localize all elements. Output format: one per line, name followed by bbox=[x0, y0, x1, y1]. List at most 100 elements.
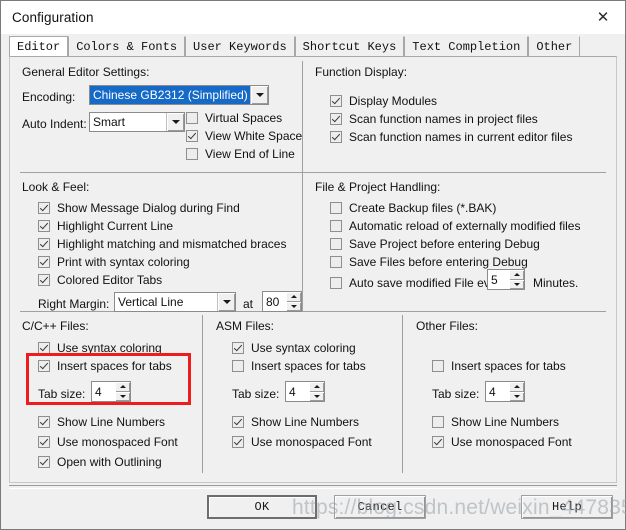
checkbox-label: Use syntax coloring bbox=[251, 341, 356, 355]
checkbox-box bbox=[232, 436, 244, 448]
checkbox-automatic-reload[interactable]: Automatic reload of externally modified … bbox=[330, 219, 580, 233]
close-button[interactable]: ✕ bbox=[581, 1, 625, 33]
spinner-buttons[interactable] bbox=[309, 382, 324, 401]
checkbox-label: Insert spaces for tabs bbox=[57, 359, 172, 373]
checkbox-save-files-before-debug[interactable]: Save Files before entering Debug bbox=[330, 255, 528, 269]
auto-indent-label: Auto Indent: bbox=[22, 117, 87, 131]
right-margin-column-spinner[interactable]: 80 bbox=[262, 291, 302, 312]
spinner-up-icon[interactable] bbox=[309, 382, 324, 392]
tab-text-completion[interactable]: Text Completion bbox=[404, 36, 529, 56]
close-icon: ✕ bbox=[596, 7, 610, 26]
checkbox-asm-use-monospaced-font[interactable]: Use monospaced Font bbox=[232, 435, 372, 449]
checkbox-view-end-of-line[interactable]: View End of Line bbox=[186, 147, 295, 161]
autosave-minutes-value: 5 bbox=[491, 272, 498, 287]
checkbox-label: Scan function names in current editor fi… bbox=[349, 130, 573, 144]
tab-label: Other bbox=[536, 40, 573, 54]
spinner-down-icon[interactable] bbox=[509, 392, 524, 402]
checkbox-box bbox=[38, 202, 50, 214]
checkbox-box bbox=[330, 202, 342, 214]
other-tab-size-label: Tab size: bbox=[432, 387, 480, 401]
spinner-buttons[interactable] bbox=[509, 382, 524, 401]
spinner-up-icon[interactable] bbox=[286, 292, 301, 302]
tab-other[interactable]: Other bbox=[528, 36, 581, 56]
spinner-buttons[interactable] bbox=[115, 382, 130, 401]
function-display-title: Function Display: bbox=[315, 65, 408, 79]
checkbox-asm-use-syntax-coloring[interactable]: Use syntax coloring bbox=[232, 341, 356, 355]
spinner-down-icon[interactable] bbox=[509, 280, 524, 290]
checkbox-label: Colored Editor Tabs bbox=[57, 273, 163, 287]
divider-files bbox=[20, 311, 606, 312]
asm-files-title: ASM Files: bbox=[216, 319, 275, 333]
spinner-down-icon[interactable] bbox=[286, 302, 301, 312]
checkbox-label: Show Line Numbers bbox=[57, 415, 166, 429]
checkbox-cpp-open-with-outlining[interactable]: Open with Outlining bbox=[38, 455, 162, 469]
right-margin-combobox[interactable]: Vertical Line bbox=[114, 292, 236, 312]
checkbox-box bbox=[186, 148, 198, 160]
checkbox-display-modules[interactable]: Display Modules bbox=[330, 94, 437, 108]
spinner-up-icon[interactable] bbox=[509, 382, 524, 392]
minutes-label: Minutes. bbox=[533, 276, 579, 290]
checkbox-other-show-line-numbers[interactable]: Show Line Numbers bbox=[432, 415, 559, 429]
checkbox-asm-insert-spaces-for-tabs[interactable]: Insert spaces for tabs bbox=[232, 359, 366, 373]
tab-colors-and-fonts[interactable]: Colors & Fonts bbox=[68, 36, 186, 56]
cancel-button[interactable]: Cancel bbox=[334, 495, 426, 519]
checkbox-box bbox=[432, 416, 444, 428]
cpp-tab-size-spinner[interactable]: 4 bbox=[91, 381, 131, 402]
checkbox-show-message-dialog-during-find[interactable]: Show Message Dialog during Find bbox=[38, 201, 240, 215]
checkbox-virtual-spaces[interactable]: Virtual Spaces bbox=[186, 111, 282, 125]
checkbox-scan-current-editor-files[interactable]: Scan function names in current editor fi… bbox=[330, 130, 572, 144]
checkbox-other-use-monospaced-font[interactable]: Use monospaced Font bbox=[432, 435, 572, 449]
checkbox-highlight-current-line[interactable]: Highlight Current Line bbox=[38, 219, 173, 233]
checkbox-print-with-syntax-coloring[interactable]: Print with syntax coloring bbox=[38, 255, 190, 269]
right-margin-value: Vertical Line bbox=[118, 295, 184, 309]
autosave-minutes-spinner[interactable]: 5 bbox=[487, 269, 525, 290]
checkbox-scan-project-files[interactable]: Scan function names in project files bbox=[330, 112, 538, 126]
checkbox-cpp-use-monospaced-font[interactable]: Use monospaced Font bbox=[38, 435, 178, 449]
asm-tab-size-value: 4 bbox=[289, 384, 296, 399]
footer-divider bbox=[9, 485, 617, 489]
checkbox-save-project-before-debug[interactable]: Save Project before entering Debug bbox=[330, 237, 540, 251]
checkbox-cpp-show-line-numbers[interactable]: Show Line Numbers bbox=[38, 415, 165, 429]
checkbox-other-insert-spaces-for-tabs[interactable]: Insert spaces for tabs bbox=[432, 359, 566, 373]
spinner-down-icon[interactable] bbox=[115, 392, 130, 402]
chevron-down-icon[interactable] bbox=[217, 293, 235, 311]
spinner-buttons[interactable] bbox=[509, 270, 524, 289]
checkbox-auto-save-modified-file[interactable]: Auto save modified File every bbox=[330, 276, 506, 290]
other-tab-size-spinner[interactable]: 4 bbox=[485, 381, 525, 402]
chevron-down-icon[interactable] bbox=[250, 86, 268, 104]
checkbox-label: Open with Outlining bbox=[57, 455, 162, 469]
tab-shortcut-keys[interactable]: Shortcut Keys bbox=[294, 36, 405, 56]
checkbox-highlight-braces[interactable]: Highlight matching and mismatched braces bbox=[38, 237, 286, 251]
spinner-down-icon[interactable] bbox=[309, 392, 324, 402]
tab-editor[interactable]: Editor bbox=[9, 36, 69, 56]
spinner-up-icon[interactable] bbox=[509, 270, 524, 280]
checkbox-box bbox=[330, 113, 342, 125]
chevron-down-icon[interactable] bbox=[166, 113, 184, 131]
auto-indent-combobox[interactable]: Smart bbox=[89, 112, 185, 132]
checkbox-label: Show Line Numbers bbox=[251, 415, 360, 429]
checkbox-box bbox=[330, 95, 342, 107]
checkbox-label: Save Project before entering Debug bbox=[349, 237, 540, 251]
help-button[interactable]: Help bbox=[521, 495, 613, 519]
checkbox-box bbox=[38, 238, 50, 250]
checkbox-colored-editor-tabs[interactable]: Colored Editor Tabs bbox=[38, 273, 162, 287]
checkbox-create-backup-files[interactable]: Create Backup files (*.BAK) bbox=[330, 201, 496, 215]
checkbox-label: Show Message Dialog during Find bbox=[57, 201, 240, 215]
asm-tab-size-spinner[interactable]: 4 bbox=[285, 381, 325, 402]
other-files-title: Other Files: bbox=[416, 319, 479, 333]
ok-button[interactable]: OK bbox=[207, 495, 317, 519]
checkbox-box bbox=[186, 130, 198, 142]
divider-look-feel bbox=[20, 172, 606, 173]
spinner-up-icon[interactable] bbox=[115, 382, 130, 392]
file-project-handling-title: File & Project Handling: bbox=[315, 180, 441, 194]
spinner-buttons[interactable] bbox=[286, 292, 301, 311]
tab-user-keywords[interactable]: User Keywords bbox=[185, 36, 295, 56]
checkbox-asm-show-line-numbers[interactable]: Show Line Numbers bbox=[232, 415, 359, 429]
checkbox-box bbox=[432, 360, 444, 372]
checkbox-view-white-space[interactable]: View White Space bbox=[186, 129, 302, 143]
checkbox-cpp-use-syntax-coloring[interactable]: Use syntax coloring bbox=[38, 341, 162, 355]
checkbox-box bbox=[38, 256, 50, 268]
checkbox-box bbox=[232, 360, 244, 372]
checkbox-cpp-insert-spaces-for-tabs[interactable]: Insert spaces for tabs bbox=[38, 359, 172, 373]
encoding-combobox[interactable]: Chinese GB2312 (Simplified) bbox=[89, 85, 269, 105]
